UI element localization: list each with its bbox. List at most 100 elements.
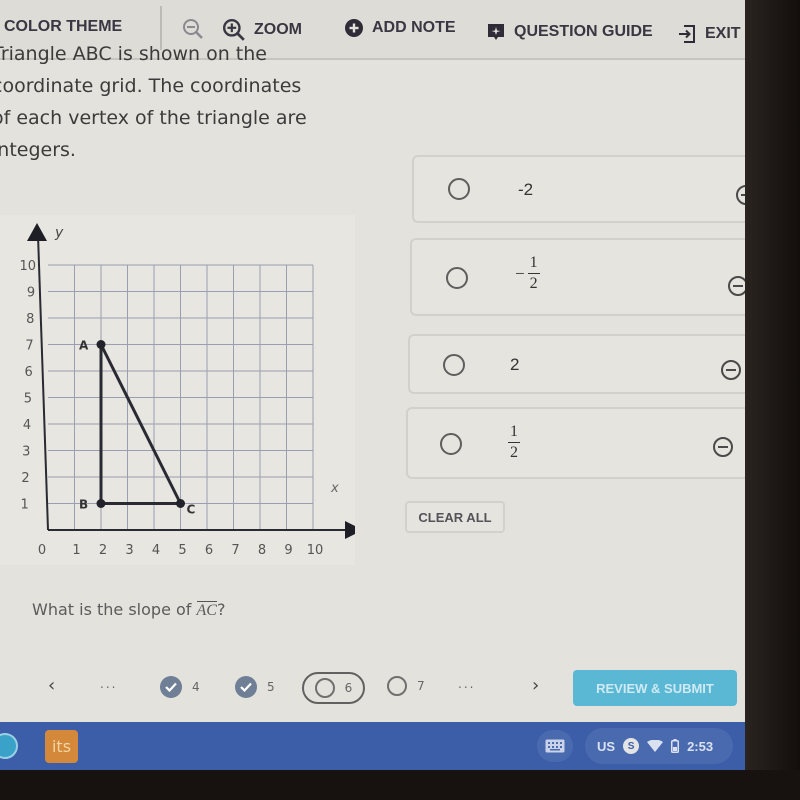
option-text: 2 (510, 355, 520, 374)
option-text: -2 (518, 180, 534, 199)
review-submit-button[interactable]: REVIEW & SUBMIT (573, 670, 737, 706)
vertex-point-a (96, 340, 106, 349)
radio-button[interactable] (440, 433, 462, 455)
answered-check-icon (160, 676, 182, 698)
x-tick-label: 2 (99, 543, 107, 558)
pager-item-6-current[interactable]: 6 (302, 672, 365, 704)
pager-ellipsis-right[interactable]: ... (458, 677, 475, 691)
answer-option-4[interactable]: 1 2 (406, 407, 750, 479)
graph-background (0, 215, 355, 565)
radio-button[interactable] (443, 354, 465, 376)
clear-all-button[interactable]: CLEAR ALL (405, 501, 505, 533)
color-theme-label: COLOR THEME (4, 18, 123, 35)
denominator: 2 (529, 275, 538, 292)
pager-number: 7 (417, 679, 425, 693)
answered-check-icon (235, 676, 257, 698)
battery-icon (671, 739, 680, 753)
locale-indicator: US (597, 738, 616, 754)
x-tick-label: 10 (307, 543, 324, 558)
keyboard-icon (545, 739, 565, 753)
y-tick-label: 9 (27, 286, 35, 301)
answer-option-1[interactable]: -2 (412, 155, 752, 223)
exit-test-button[interactable]: EXIT TEST (677, 24, 752, 44)
clock-time: 2:53 (687, 738, 714, 754)
y-tick-label: 2 (21, 471, 29, 486)
exit-icon (677, 24, 697, 44)
zoom-label: ZOOM (254, 21, 302, 38)
denominator: 2 (510, 444, 518, 461)
vertex-label-a: A (79, 339, 89, 353)
answer-option-2[interactable]: − 1 2 (410, 238, 752, 316)
option-text: 1 2 (508, 421, 520, 462)
zoom-out-icon (182, 18, 204, 40)
os-taskbar: its US S 2:53 (0, 722, 752, 770)
question-guide-button[interactable]: QUESTION GUIDE (486, 22, 653, 42)
pager-number: 6 (344, 681, 353, 695)
y-tick-label: 1 (21, 498, 29, 513)
answer-option-3[interactable]: 2 (408, 334, 752, 394)
eliminate-icon[interactable] (721, 360, 741, 380)
x-tick-label: 5 (178, 543, 186, 558)
unanswered-ring-icon (314, 678, 335, 698)
pager-item-7[interactable]: 7 (387, 676, 425, 696)
prompt-text: What is the slope of (32, 600, 192, 619)
wifi-icon (647, 740, 664, 752)
stem-line: of each vertex of the triangle are (0, 107, 307, 129)
zoom-out-button[interactable] (182, 18, 204, 40)
add-note-label: ADD NOTE (372, 19, 456, 36)
pager-ellipsis-left[interactable]: ... (100, 677, 117, 691)
fraction: 1 2 (508, 423, 520, 462)
color-theme-button[interactable]: COLOR THEME (4, 18, 122, 36)
stem-line: integers. (0, 139, 76, 161)
pager-prev-button[interactable]: ‹ (48, 675, 55, 696)
y-tick-label: 6 (25, 365, 33, 380)
notification-badge: S (623, 738, 640, 754)
pager-item-4[interactable]: 4 (160, 676, 200, 698)
vertex-point-c (176, 499, 185, 508)
eliminate-icon[interactable] (713, 437, 733, 457)
x-tick-label: 1 (72, 543, 80, 558)
negative-sign: − (515, 263, 525, 283)
device-bezel-right (745, 0, 800, 800)
system-tray[interactable]: US S 2:53 (585, 728, 733, 764)
radio-button[interactable] (446, 267, 468, 289)
question-guide-icon (486, 22, 506, 42)
stem-line: Triangle ABC is shown on the (0, 43, 267, 65)
pager-next-button[interactable]: › (532, 675, 539, 696)
y-tick-label: 7 (25, 339, 33, 354)
question-stem: Triangle ABC is shown on the coordinate … (0, 43, 352, 166)
y-tick-label: 4 (23, 418, 31, 433)
pager-number: 5 (267, 680, 275, 694)
fraction-bar (508, 442, 520, 443)
pager-number: 4 (192, 680, 200, 694)
y-tick-label: 10 (19, 259, 36, 274)
keyboard-button[interactable] (537, 730, 573, 762)
zoom-app-icon[interactable] (0, 733, 18, 759)
x-tick-label: 0 (38, 543, 46, 558)
device-bezel-bottom (0, 770, 800, 800)
add-note-button[interactable]: ADD NOTE (344, 18, 456, 38)
y-axis-label: y (54, 225, 64, 241)
radio-button[interactable] (448, 178, 470, 200)
vertex-label-c: C (187, 503, 196, 517)
stem-line: coordinate grid. The coordinates (0, 75, 302, 97)
add-note-icon (344, 18, 364, 38)
pager-item-5[interactable]: 5 (235, 676, 275, 698)
numerator: 1 (529, 254, 538, 271)
fraction-bar (527, 273, 540, 274)
x-tick-label: 3 (125, 543, 133, 558)
vertex-point-b (96, 499, 106, 508)
its-app-icon[interactable]: its (45, 730, 78, 763)
screen: COLOR THEME ZOOM ADD NOTE QUESTION GUIDE (0, 0, 752, 772)
y-tick-label: 3 (22, 445, 30, 460)
x-axis-label: x (330, 481, 339, 496)
question-guide-label: QUESTION GUIDE (514, 23, 653, 40)
coordinate-graph: 0 1 2 3 4 5 6 7 8 9 10 1 2 3 4 5 6 7 8 9 10 x y A B C (0, 215, 355, 565)
y-tick-label: 5 (24, 392, 32, 407)
unanswered-ring-icon (387, 676, 407, 696)
segment-ac: AC (196, 601, 217, 619)
y-tick-label: 8 (26, 312, 34, 327)
x-tick-label: 4 (152, 543, 160, 558)
x-tick-label: 7 (231, 543, 239, 558)
question-prompt: What is the slope of AC? (32, 600, 225, 620)
